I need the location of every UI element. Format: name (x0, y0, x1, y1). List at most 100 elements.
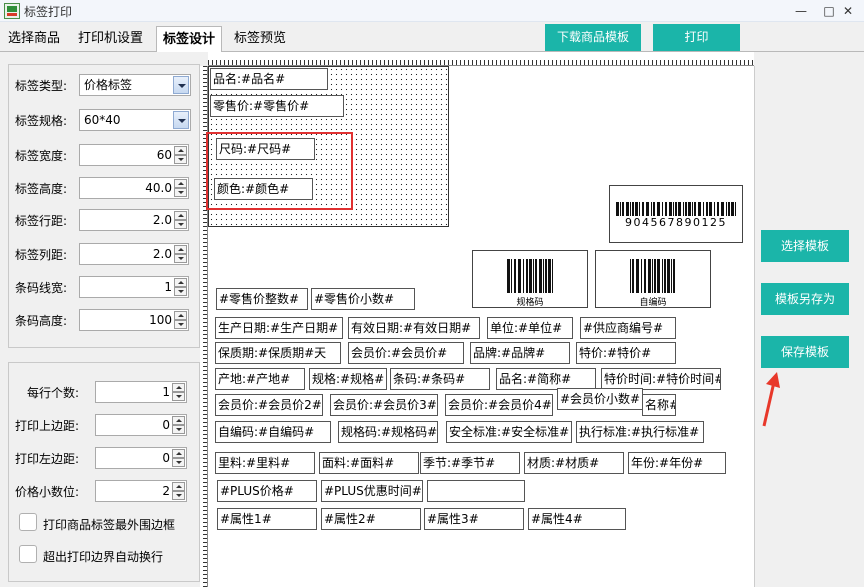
spin-down-icon[interactable] (174, 220, 187, 229)
barcode-code[interactable]: 自编码 (595, 250, 711, 308)
canvas-field[interactable]: 执行标准:#执行标准# (576, 421, 704, 443)
canvas-field[interactable]: #PLUS价格# (217, 480, 317, 502)
chevron-down-icon[interactable] (173, 76, 189, 94)
canvas-field[interactable]: #属性3# (424, 508, 524, 530)
barcode-bar (518, 259, 521, 293)
col-spacing-input[interactable]: 2.0 (79, 243, 189, 265)
barcode-bar (632, 259, 634, 293)
canvas-field[interactable]: 季节:#季节# (420, 452, 520, 474)
label-spec-select[interactable]: 60*40 (79, 109, 191, 131)
select-template-button[interactable]: 选择模板 (761, 230, 849, 262)
canvas-field[interactable]: 名称# (642, 394, 676, 416)
design-canvas[interactable]: 品名:#品名# 零售价:#零售价# 尺码:#尺码# 颜色:#颜色# 904567… (206, 66, 754, 587)
canvas-field[interactable]: 特价:#特价# (576, 342, 676, 364)
barcode-bar (552, 259, 553, 293)
spin-down-icon[interactable] (172, 392, 185, 401)
canvas-field[interactable]: 生产日期:#生产日期# (215, 317, 343, 339)
save-template-button[interactable]: 保存模板 (761, 336, 849, 368)
canvas-field[interactable]: 里料:#里料# (215, 452, 315, 474)
canvas-field[interactable]: #会员价小数# (557, 388, 643, 410)
label-height-input[interactable]: 40.0 (79, 177, 189, 199)
spin-up-icon[interactable] (174, 211, 187, 220)
per-row-input[interactable]: 1 (95, 381, 187, 403)
barcode-bar (548, 259, 551, 293)
canvas-field[interactable]: 品名:#简称# (496, 368, 596, 390)
spin-down-icon[interactable] (174, 254, 187, 263)
barcode-spec[interactable]: 规格码 (472, 250, 588, 308)
download-template-button[interactable]: 下载商品模板 (545, 24, 641, 51)
barcode-bar (652, 259, 653, 293)
canvas-field[interactable]: 品牌:#品牌# (470, 342, 570, 364)
highlight-box (206, 132, 353, 210)
spin-up-icon[interactable] (172, 416, 185, 425)
left-margin-input[interactable]: 0 (95, 447, 187, 469)
price-decimals-input[interactable]: 2 (95, 480, 187, 502)
canvas-field[interactable] (427, 480, 525, 502)
canvas-field[interactable]: #供应商编号# (580, 317, 676, 339)
chevron-down-icon[interactable] (173, 111, 189, 129)
canvas-field[interactable]: 材质:#材质# (524, 452, 624, 474)
canvas-field[interactable]: #属性1# (217, 508, 317, 530)
canvas-field[interactable]: 年份:#年份# (628, 452, 726, 474)
save-template-as-button[interactable]: 模板另存为 (761, 283, 849, 315)
spin-up-icon[interactable] (172, 482, 185, 491)
barcode-bar (664, 259, 666, 293)
spin-down-icon[interactable] (172, 458, 185, 467)
barcode-bar (523, 259, 524, 293)
canvas-field[interactable]: #属性2# (321, 508, 421, 530)
spin-down-icon[interactable] (174, 320, 187, 329)
barcode-bar (636, 259, 639, 293)
tab-label-preview[interactable]: 标签预览 (228, 28, 292, 52)
canvas-field[interactable]: 会员价:#会员价3# (330, 394, 438, 416)
spin-down-icon[interactable] (174, 188, 187, 197)
tab-printer-settings[interactable]: 打印机设置 (72, 28, 149, 52)
spin-up-icon[interactable] (174, 146, 187, 155)
canvas-field[interactable]: 条码:#条码# (390, 368, 490, 390)
barcode-height-input[interactable]: 100 (79, 309, 189, 331)
top-margin-input[interactable]: 0 (95, 414, 187, 436)
spin-up-icon[interactable] (174, 179, 187, 188)
spin-up-icon[interactable] (174, 311, 187, 320)
canvas-field[interactable]: #PLUS优惠时间# (321, 480, 423, 502)
canvas-field[interactable]: 会员价:#会员价2# (215, 394, 323, 416)
canvas-field[interactable]: 面料:#面料# (319, 452, 419, 474)
barcode-main[interactable]: 904567890125 (609, 185, 743, 243)
spin-down-icon[interactable] (174, 287, 187, 296)
canvas-field[interactable]: 有效日期:#有效日期# (348, 317, 480, 339)
canvas-field[interactable]: #零售价整数# (216, 288, 308, 310)
field-name[interactable]: 品名:#品名# (210, 68, 328, 90)
minimize-button[interactable]: — (784, 0, 818, 22)
canvas-field[interactable]: #零售价小数# (311, 288, 415, 310)
auto-wrap-checkbox[interactable] (19, 545, 37, 563)
spin-up-icon[interactable] (174, 245, 187, 254)
spin-down-icon[interactable] (174, 155, 187, 164)
close-button[interactable]: ✕ (832, 0, 864, 22)
canvas-field[interactable]: 会员价:#会员价# (348, 342, 464, 364)
canvas-field[interactable]: 安全标准:#安全标准# (446, 421, 572, 443)
barcode-line-width-input[interactable]: 1 (79, 276, 189, 298)
field-retail-price[interactable]: 零售价:#零售价# (210, 95, 344, 117)
label-width-value: 60 (156, 148, 172, 162)
canvas-field[interactable]: 规格:#规格# (309, 368, 387, 390)
canvas-field[interactable]: 保质期:#保质期#天 (215, 342, 341, 364)
label-type-select[interactable]: 价格标签 (79, 74, 191, 96)
canvas-field[interactable]: 自编码:#自编码# (215, 421, 331, 443)
canvas-field[interactable]: #属性4# (528, 508, 626, 530)
canvas-field[interactable]: 单位:#单位# (487, 317, 573, 339)
spin-up-icon[interactable] (174, 278, 187, 287)
spin-up-icon[interactable] (172, 449, 185, 458)
label-width-input[interactable]: 60 (79, 144, 189, 166)
canvas-field[interactable]: 特价时间:#特价时间# (601, 368, 721, 390)
barcode-code-caption: 自编码 (639, 298, 667, 308)
tab-select-product[interactable]: 选择商品 (2, 28, 66, 52)
tab-label-design[interactable]: 标签设计 (156, 26, 223, 53)
outer-border-checkbox[interactable] (19, 513, 37, 531)
spin-up-icon[interactable] (172, 383, 185, 392)
canvas-field[interactable]: 规格码:#规格码# (338, 421, 438, 443)
row-spacing-input[interactable]: 2.0 (79, 209, 189, 231)
canvas-field[interactable]: 会员价:#会员价4# (445, 394, 553, 416)
spin-down-icon[interactable] (172, 425, 185, 434)
print-button[interactable]: 打印 (653, 24, 740, 51)
canvas-field[interactable]: 产地:#产地# (215, 368, 305, 390)
spin-down-icon[interactable] (172, 491, 185, 500)
